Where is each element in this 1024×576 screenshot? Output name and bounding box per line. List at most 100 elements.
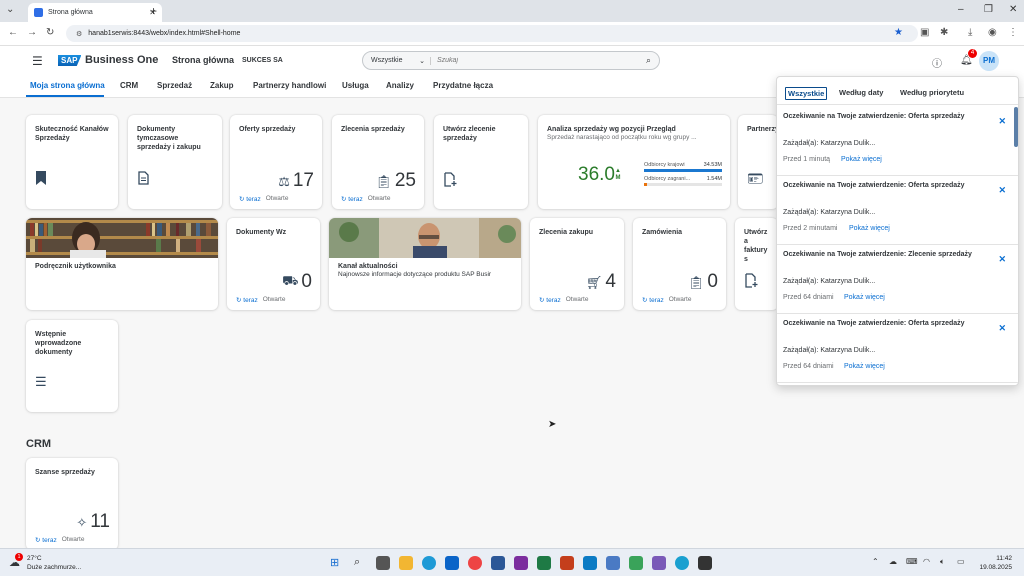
- sap-logo[interactable]: SAP: [58, 55, 82, 66]
- nav-business-partners[interactable]: Partnerzy handlowi: [253, 81, 326, 90]
- extensions-icon[interactable]: ✱: [940, 27, 948, 38]
- search-icon[interactable]: ⌕: [646, 55, 651, 66]
- tile-create-sales-order[interactable]: Utwórz zlecenie sprzedaży: [434, 115, 528, 209]
- tile-preliminary-documents[interactable]: Wstępnie wprowadzone dokumenty ☰: [26, 320, 118, 412]
- browser-icon[interactable]: [675, 556, 689, 570]
- battery-icon[interactable]: ▭: [957, 557, 965, 566]
- nav-service[interactable]: Usługa: [342, 81, 369, 90]
- tile-news-feed[interactable]: Kanał aktualności Najnowsze informacje d…: [329, 218, 521, 310]
- notification-item[interactable]: Oczekiwanie na Twoje zatwierdzenie: Ofer…: [777, 175, 1018, 245]
- tile-sales-channels[interactable]: Skuteczność Kanałów Sprzedaży: [26, 115, 118, 209]
- nav-useful-links[interactable]: Przydatne łącza: [433, 81, 493, 90]
- download-icon[interactable]: ⤓: [968, 27, 972, 38]
- tile-orders[interactable]: Zamówienia 📋︎ 0 ↻ teraz Otwarte: [633, 218, 726, 310]
- notification-item[interactable]: Oczekiwanie na Twoje zatwierdzenie: Ofer…: [777, 313, 1018, 383]
- tray-expand-icon[interactable]: ⌃: [872, 557, 879, 566]
- new-tab-icon[interactable]: +: [150, 4, 157, 18]
- search-icon[interactable]: ⌕: [354, 556, 360, 569]
- windows-start-icon[interactable]: ⊞: [330, 556, 339, 569]
- tab-search-icon[interactable]: ⌄: [6, 4, 14, 15]
- calculator-icon[interactable]: [606, 556, 620, 570]
- cast-icon[interactable]: ▣: [920, 27, 929, 38]
- site-info-icon[interactable]: ⚙: [76, 30, 82, 38]
- tile-create-invoice[interactable]: Utwórz a faktury s: [735, 218, 778, 310]
- clock-time: 11:42: [996, 555, 1012, 562]
- edge-icon[interactable]: [422, 556, 436, 570]
- close-icon[interactable]: ✕: [998, 254, 1006, 265]
- tab-by-priority[interactable]: Według priorytetu: [900, 88, 964, 97]
- excel-icon[interactable]: [537, 556, 551, 570]
- nav-crm[interactable]: CRM: [120, 81, 138, 90]
- tile-user-manual[interactable]: Podręcznik użytkownika: [26, 218, 218, 310]
- browser-tab[interactable]: Strona główna ✕: [28, 3, 162, 22]
- nav-purchase[interactable]: Zakup: [210, 81, 234, 90]
- clock[interactable]: 11:42 19.08.2025: [979, 554, 1012, 572]
- wifi-icon[interactable]: ◠: [923, 557, 930, 566]
- browser-menu-icon[interactable]: ⋮: [1008, 27, 1018, 38]
- tile-business-partners[interactable]: Partnerzy 🪪︎: [738, 115, 778, 209]
- visual-studio-icon[interactable]: [652, 556, 666, 570]
- nav-sales[interactable]: Sprzedaż: [157, 81, 192, 90]
- close-icon[interactable]: ✕: [998, 185, 1006, 196]
- volume-icon[interactable]: 🔈︎: [940, 557, 945, 567]
- forward-icon[interactable]: →: [27, 27, 37, 38]
- tile-title: Skuteczność Kanałów Sprzedaży: [35, 126, 109, 142]
- terminal-icon[interactable]: [698, 556, 712, 570]
- outlook-icon[interactable]: [445, 556, 459, 570]
- file-explorer-icon[interactable]: [399, 556, 413, 570]
- profile-icon[interactable]: ◉: [988, 27, 997, 38]
- nav-analytics[interactable]: Analizy: [386, 81, 414, 90]
- show-more-link[interactable]: Pokaż więcej: [844, 294, 885, 301]
- url-field[interactable]: ⚙ hanab1serwis:8443/webx/index.html#Shel…: [66, 25, 918, 42]
- chrome-icon[interactable]: [468, 556, 482, 570]
- close-icon[interactable]: ✕: [998, 116, 1006, 127]
- word-icon[interactable]: [491, 556, 505, 570]
- notification-count-badge: 4: [968, 49, 977, 58]
- bookmark-star-icon[interactable]: ★: [894, 27, 903, 38]
- cloud-icon[interactable]: ☁: [889, 557, 897, 566]
- refresh-link[interactable]: ↻ teraz: [341, 195, 363, 203]
- teams-icon[interactable]: [583, 556, 597, 570]
- menu-icon[interactable]: ☰: [32, 54, 43, 68]
- maximize-icon[interactable]: ❐: [984, 4, 993, 15]
- onenote-icon[interactable]: [514, 556, 528, 570]
- nav-home[interactable]: Moja strona główna: [30, 81, 105, 90]
- back-icon[interactable]: ←: [8, 27, 18, 38]
- show-more-link[interactable]: Pokaż więcej: [849, 225, 890, 232]
- minimize-icon[interactable]: –: [958, 4, 964, 15]
- tile-title: Partnerzy: [747, 126, 778, 133]
- avatar[interactable]: PM: [979, 51, 999, 71]
- refresh-link[interactable]: ↻ teraz: [539, 296, 561, 304]
- reload-icon[interactable]: ↻: [46, 27, 54, 38]
- tile-sales-analysis[interactable]: Analiza sprzedaży wg pozycji Przegląd Sp…: [538, 115, 730, 209]
- tab-by-date[interactable]: Według daty: [839, 88, 883, 97]
- search-input[interactable]: [437, 57, 646, 64]
- search-scope-select[interactable]: Wszystkie ⌄: [371, 56, 431, 65]
- refresh-link[interactable]: ↻ teraz: [35, 536, 57, 544]
- tile-delivery-documents[interactable]: Dokumenty Wz ⛟ 0 ↻ teraz Otwarte: [227, 218, 320, 310]
- task-view-icon[interactable]: [376, 556, 390, 570]
- tile-sales-orders[interactable]: Zlecenia sprzedaży 📋︎ 25 ↻ teraz Otwarte: [332, 115, 424, 209]
- show-more-link[interactable]: Pokaż więcej: [844, 363, 885, 370]
- powerpoint-icon[interactable]: [560, 556, 574, 570]
- close-icon[interactable]: ✕: [998, 323, 1006, 334]
- app-icon[interactable]: [629, 556, 643, 570]
- tile-draft-documents[interactable]: Dokumenty tymczasowe sprzedaży i zakupu: [128, 115, 222, 209]
- refresh-link[interactable]: ↻ teraz: [642, 296, 664, 304]
- window-close-icon[interactable]: ✕: [1009, 4, 1017, 15]
- kpi-unit: ▲ M: [615, 168, 621, 182]
- show-more-link[interactable]: Pokaż więcej: [841, 156, 882, 163]
- notification-item[interactable]: Oczekiwanie na Twoje zatwierdzenie: Ofer…: [777, 106, 1018, 176]
- notification-requester: Zażądał(a): Katarzyna Dulik...: [783, 347, 876, 354]
- help-icon[interactable]: ⓘ: [932, 55, 942, 70]
- bar: [644, 183, 648, 186]
- tab-all[interactable]: Wszystkie: [785, 87, 828, 100]
- tile-purchase-orders[interactable]: Zlecenia zakupu 🛒︎ 4 ↻ teraz Otwarte: [530, 218, 624, 310]
- tile-sales-quotations[interactable]: Oferty sprzedaży ⚖ 17 ↻ teraz Otwarte: [230, 115, 322, 209]
- notification-item[interactable]: Oczekiwanie na Twoje zatwierdzenie: Zlec…: [777, 244, 1018, 314]
- tile-sales-opportunities[interactable]: Szanse sprzedaży ✧ 11 ↻ teraz Otwarte: [26, 458, 118, 550]
- refresh-link[interactable]: ↻ teraz: [239, 195, 261, 203]
- bar-label: Odbiorcy krajowi: [644, 162, 685, 168]
- network-icon[interactable]: ⌨: [906, 557, 918, 566]
- refresh-link[interactable]: ↻ teraz: [236, 296, 258, 304]
